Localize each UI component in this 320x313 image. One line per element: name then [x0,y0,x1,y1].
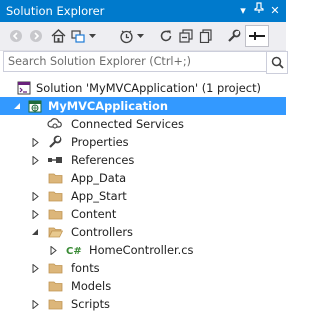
expanded-arrow-icon[interactable] [29,223,41,241]
tree-item-fonts[interactable]: fonts [0,259,286,277]
close-icon[interactable]: ✕ [266,2,284,20]
search-box [3,51,288,74]
collapsed-arrow-icon[interactable] [29,205,41,223]
tree-item-label: Models [71,279,112,293]
references-icon [47,152,63,168]
expanded-arrow-icon[interactable] [11,97,23,115]
wrench-icon [47,134,63,150]
solution-icon [16,80,32,96]
folder-icon [47,296,63,312]
folder-icon [47,278,63,294]
collapsed-arrow-icon[interactable] [29,133,41,151]
pending-changes-icon[interactable] [116,26,136,46]
collapsed-arrow-icon[interactable] [29,187,41,205]
pending-changes-dropdown-icon[interactable] [134,26,146,46]
switch-views-dropdown-icon[interactable] [86,26,98,46]
search-button[interactable] [266,51,288,74]
tree-item-label: Scripts [71,297,110,311]
folder-icon [47,206,63,222]
tree-item-references[interactable]: References [0,151,286,169]
tree-item-label: Solution 'MyMVCApplication' (1 project) [36,81,261,95]
collapsed-arrow-icon[interactable] [29,259,41,277]
tree-item-scripts[interactable]: Scripts [0,295,286,313]
title-bar: Solution Explorer ▾ ✕ [0,0,286,22]
tree-item-solution[interactable]: Solution 'MyMVCApplication' (1 project) [0,79,286,97]
tree-item-controllers[interactable]: Controllers [0,223,286,241]
tree-item-project[interactable]: MyMVCApplication [0,97,286,115]
folder-icon [47,260,63,276]
collapse-all-icon[interactable] [176,26,196,46]
tree-item-label: fonts [71,261,100,275]
tree-item-label: Content [71,207,117,221]
tree-item-label: Properties [71,135,129,149]
tree-item-home-controller[interactable]: C# HomeController.cs [0,241,286,259]
tree-item-label: References [71,153,135,167]
tree-item-label: Controllers [71,225,133,239]
open-folder-icon [47,224,63,240]
properties-wrench-icon[interactable] [224,26,244,46]
tree-item-app-data[interactable]: App_Data [0,169,286,187]
collapsed-arrow-icon[interactable] [29,295,41,313]
forward-icon[interactable] [26,26,46,46]
folder-icon [47,188,63,204]
toolbar [0,22,286,51]
show-all-files-icon[interactable] [196,26,216,46]
home-icon[interactable] [48,26,68,46]
connected-services-icon [47,116,63,132]
search-input[interactable] [8,53,248,69]
tree-item-label: App_Start [71,189,127,203]
tree-item-label: HomeController.cs [89,243,194,257]
tree-item-label: MyMVCApplication [48,99,168,113]
refresh-icon[interactable] [156,26,176,46]
tree-item-label: Connected Services [71,117,184,131]
tree-item-content[interactable]: Content [0,205,286,223]
folder-icon [47,170,63,186]
tree-item-label: App_Data [71,171,127,185]
tree-item-app-start[interactable]: App_Start [0,187,286,205]
collapsed-arrow-icon[interactable] [47,241,59,259]
search-icon [271,56,284,69]
web-project-icon [27,98,43,114]
switch-views-icon[interactable] [68,26,88,46]
preview-selected-icon[interactable] [245,25,269,47]
window-title: Solution Explorer [6,4,105,18]
svg-text:C#: C# [66,246,82,256]
collapsed-arrow-icon[interactable] [29,151,41,169]
tree-item-connected-services[interactable]: Connected Services [0,115,286,133]
csharp-file-icon: C# [66,242,82,258]
tree-item-models[interactable]: Models [0,277,286,295]
tree-item-properties[interactable]: Properties [0,133,286,151]
back-icon[interactable] [6,26,26,46]
